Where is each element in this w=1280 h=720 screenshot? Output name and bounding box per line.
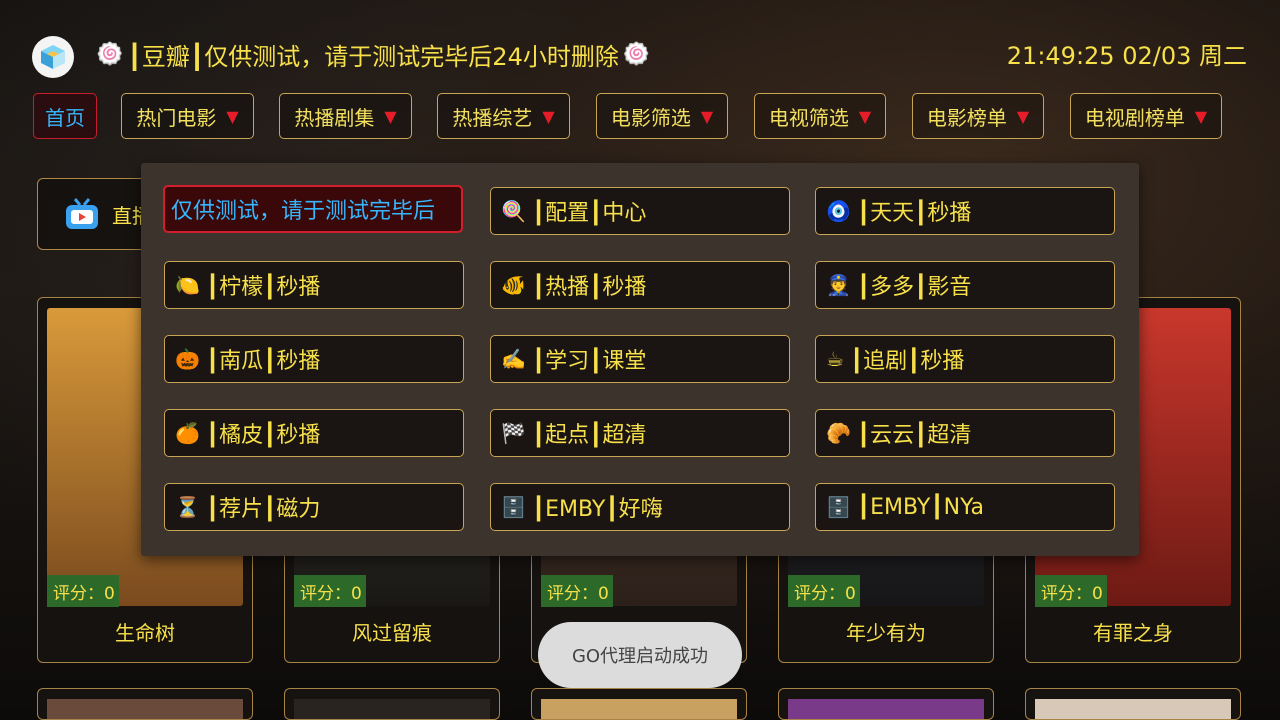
- writing-hand-icon: ✍️: [501, 347, 526, 371]
- file-cabinet-icon: 🗄️: [826, 495, 851, 519]
- filter-icon: ▼: [542, 106, 555, 126]
- source-item[interactable]: 👮 ┃多多┃影音: [815, 261, 1115, 309]
- source-name: ┃追剧┃秒播: [849, 349, 965, 374]
- tab-label: 热门电影: [136, 105, 217, 130]
- hourglass-icon: ⏳: [175, 495, 200, 519]
- source-name: ┃EMBY┃NYa: [856, 494, 984, 520]
- source-name: ┃橘皮┃秒播: [205, 423, 321, 448]
- tab-movie-rank[interactable]: 电影榜单 ▼: [912, 93, 1044, 139]
- source-name: ┃天天┃秒播: [856, 201, 972, 226]
- tab-label: 电影榜单: [926, 105, 1007, 130]
- poster-image: [1035, 699, 1231, 719]
- source-item[interactable]: ⏳ ┃荐片┃磁力: [164, 483, 464, 531]
- source-name: 仅供测试，请于测试完毕后: [171, 199, 436, 224]
- source-name: ┃南瓜┃秒播: [205, 349, 321, 374]
- tab-label: 热播综艺: [452, 105, 533, 130]
- cube-icon: [41, 45, 65, 69]
- tab-label: 热播剧集: [294, 105, 375, 130]
- score-badge: 评分：0: [47, 575, 119, 607]
- poster-card[interactable]: [37, 688, 253, 720]
- tab-label: 电视剧榜单: [1084, 105, 1185, 130]
- source-item[interactable]: ☕ ┃追剧┃秒播: [815, 335, 1115, 383]
- lemon-icon: 🍋: [175, 273, 200, 297]
- pumpkin-icon: 🎃: [175, 347, 200, 371]
- poster-card[interactable]: [1025, 688, 1241, 720]
- poster-title: 生命树: [115, 621, 175, 645]
- croissant-icon: 🥐: [826, 421, 851, 445]
- poster-card[interactable]: [778, 688, 994, 720]
- poster-image: [294, 699, 490, 719]
- poster-title: 有罪之身: [1093, 621, 1173, 645]
- source-item[interactable]: ✍️ ┃学习┃课堂: [490, 335, 790, 383]
- source-item[interactable]: 🍭 ┃配置┃中心: [490, 187, 790, 235]
- poster-title: 风过留痕: [352, 621, 432, 645]
- lollipop-icon: 🍥: [622, 41, 651, 67]
- source-item[interactable]: 🧿 ┃天天┃秒播: [815, 187, 1115, 235]
- source-item[interactable]: 🥐 ┃云云┃超清: [815, 409, 1115, 457]
- tab-hot-variety[interactable]: 热播综艺 ▼: [437, 93, 570, 139]
- source-item[interactable]: 🎃 ┃南瓜┃秒播: [164, 335, 464, 383]
- filter-icon: ▼: [858, 106, 872, 126]
- poster-image: [541, 699, 737, 719]
- category-nav: 首页 热门电影 ▼ 热播剧集 ▼ 热播综艺 ▼ 电影筛选 ▼ 电视筛选 ▼ 电影…: [0, 93, 1280, 143]
- source-item[interactable]: 🍊 ┃橘皮┃秒播: [164, 409, 464, 457]
- source-name: ┃多多┃影音: [856, 275, 972, 300]
- coffee-icon: ☕: [826, 347, 844, 371]
- source-name: ┃云云┃超清: [856, 423, 972, 448]
- source-name: ┃起点┃超清: [531, 423, 647, 448]
- tab-label: 电影筛选: [610, 105, 691, 130]
- filter-icon: ▼: [700, 106, 714, 126]
- source-select-popup: 仅供测试，请于测试完毕后 🍭 ┃配置┃中心 🧿 ┃天天┃秒播 🍋 ┃柠檬┃秒播 …: [141, 163, 1139, 556]
- app-logo: [32, 36, 74, 78]
- filter-icon: ▼: [1016, 106, 1030, 126]
- tab-label: 首页: [45, 105, 85, 130]
- tangerine-icon: 🍊: [175, 421, 200, 445]
- filter-icon: ▼: [226, 106, 239, 126]
- source-item[interactable]: 🍋 ┃柠檬┃秒播: [164, 261, 464, 309]
- poster-card[interactable]: [531, 688, 747, 720]
- filter-icon: ▼: [1194, 106, 1208, 126]
- tab-movie-filter[interactable]: 电影筛选 ▼: [596, 93, 728, 139]
- score-badge: 评分：0: [541, 575, 613, 607]
- toast-message: GO代理启动成功: [538, 622, 742, 688]
- checkered-flag-icon: 🏁: [501, 421, 526, 445]
- score-badge: 评分：0: [294, 575, 366, 607]
- source-item[interactable]: 🏁 ┃起点┃超清: [490, 409, 790, 457]
- evil-eye-icon: 🧿: [826, 199, 851, 223]
- notice-banner: 🍥 ┃豆瓣┃仅供测试，请于测试完毕后24小时删除 🍥: [92, 36, 654, 72]
- police-officer-icon: 👮: [826, 273, 851, 297]
- source-item[interactable]: 🗄️ ┃EMBY┃NYa: [815, 483, 1115, 531]
- filter-icon: ▼: [384, 106, 397, 126]
- clock: 21:49:25 02/03 周二: [1006, 42, 1247, 70]
- lollipop-icon: 🍥: [96, 41, 124, 67]
- tab-label: 电视筛选: [768, 105, 849, 130]
- poster-title: 年少有为: [846, 621, 926, 645]
- tab-hot-series[interactable]: 热播剧集 ▼: [279, 93, 412, 139]
- tab-hot-movies[interactable]: 热门电影 ▼: [121, 93, 254, 139]
- score-badge: 评分：0: [1035, 575, 1107, 607]
- tab-home[interactable]: 首页: [33, 93, 97, 139]
- poster-card[interactable]: [284, 688, 500, 720]
- source-name: ┃热播┃秒播: [531, 275, 647, 300]
- source-name: ┃柠檬┃秒播: [205, 275, 321, 300]
- file-cabinet-icon: 🗄️: [501, 495, 526, 519]
- source-item[interactable]: 🗄️ ┃EMBY┃好嗨: [490, 483, 790, 531]
- poster-image: [47, 699, 243, 719]
- source-name: ┃学习┃课堂: [531, 349, 647, 374]
- lollipop-icon: 🍭: [501, 199, 526, 223]
- tv-icon: [66, 198, 98, 229]
- source-name: ┃EMBY┃好嗨: [531, 497, 663, 522]
- tab-tv-filter[interactable]: 电视筛选 ▼: [754, 93, 886, 139]
- fish-icon: 🐠: [501, 273, 526, 297]
- poster-image: [788, 699, 984, 719]
- score-badge: 评分：0: [788, 575, 860, 607]
- source-name: ┃配置┃中心: [531, 201, 647, 226]
- notice-text: ┃豆瓣┃仅供测试，请于测试完毕后24小时删除: [127, 42, 619, 71]
- tab-tv-rank[interactable]: 电视剧榜单 ▼: [1070, 93, 1222, 139]
- source-item[interactable]: 🐠 ┃热播┃秒播: [490, 261, 790, 309]
- source-item[interactable]: 仅供测试，请于测试完毕后: [163, 185, 463, 233]
- source-name: ┃荐片┃磁力: [205, 497, 321, 522]
